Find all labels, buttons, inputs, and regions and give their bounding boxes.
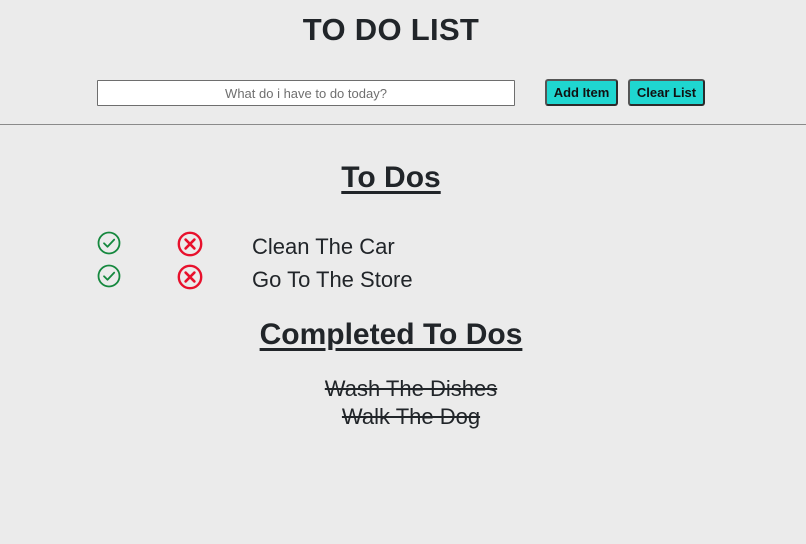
todos-heading: To Dos xyxy=(341,161,441,194)
todo-item: Go To The Store xyxy=(0,264,806,297)
add-item-button[interactable]: Add Item xyxy=(545,79,618,106)
completed-item: Wash The Dishes xyxy=(324,376,498,401)
check-circle-icon[interactable] xyxy=(97,264,121,288)
x-circle-icon[interactable] xyxy=(177,231,203,257)
clear-list-button[interactable]: Clear List xyxy=(628,79,705,106)
check-circle-icon[interactable] xyxy=(97,231,121,255)
task-input[interactable] xyxy=(97,80,515,106)
completed-item: Walk The Dog xyxy=(341,404,481,429)
todo-text: Clean The Car xyxy=(252,234,395,259)
todo-item: Clean The Car xyxy=(0,231,806,264)
app-title: TO DO LIST xyxy=(302,12,480,47)
x-circle-icon[interactable] xyxy=(177,264,203,290)
todo-text: Go To The Store xyxy=(252,267,413,292)
completed-heading: Completed To Dos xyxy=(259,318,523,351)
header: TO DO LIST Add Item Clear List xyxy=(0,0,806,125)
